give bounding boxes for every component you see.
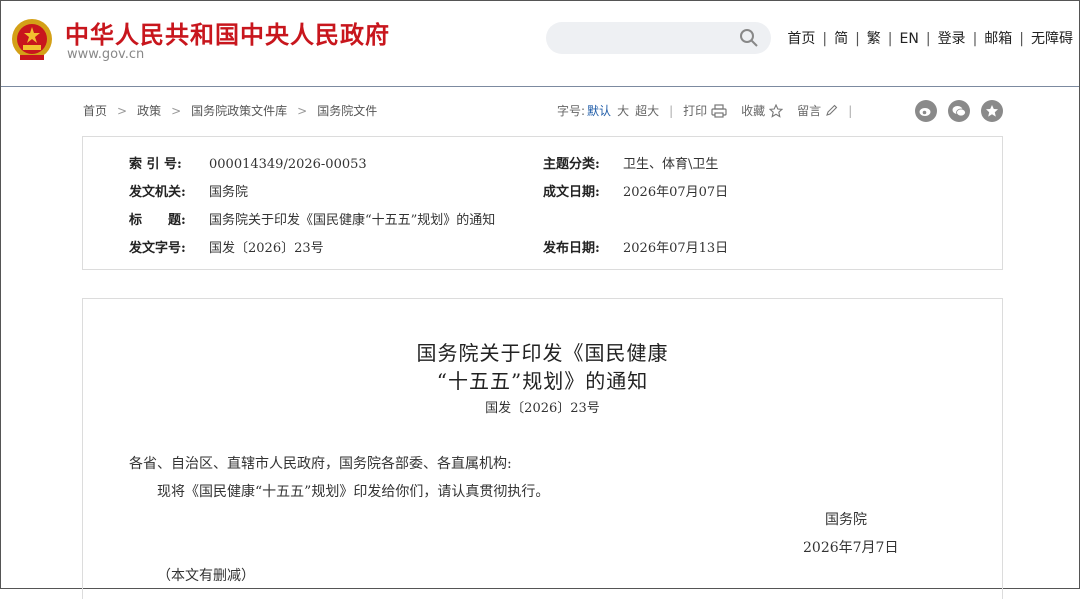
comment-label: 留言 [797,104,822,118]
font-size-large[interactable]: 大 [617,102,629,119]
favorite-share-icon[interactable] [981,100,1003,122]
star-icon [769,103,784,118]
nav-traditional[interactable]: 繁 [867,31,881,47]
document-note: （本文有删减） [157,568,255,584]
meta-index-label: 索 引 号: [129,157,182,172]
nav-simplified[interactable]: 简 [834,31,848,47]
breadcrumb-policy-library[interactable]: 国务院政策文件库 [191,104,287,118]
meta-doc-number: 发文字号: 国发〔2026〕23号 [129,237,324,256]
favorite-button[interactable]: 收藏 [741,102,784,119]
meta-title-label: 标 题: [129,213,186,228]
font-size-default[interactable]: 默认 [587,102,611,119]
national-emblem-icon [12,19,52,60]
meta-issuer-value: 国务院 [209,185,249,200]
print-button[interactable]: 打印 [683,102,727,119]
document-paragraph: 现将《国民健康“十五五”规划》印发给你们，请认真贯彻执行。 [157,484,550,500]
search-bar[interactable] [546,22,771,54]
meta-publish-date: 发布日期: 2026年07月13日 [543,237,728,256]
top-nav: 首页 | 简 | 繁 | EN | 登录 | 邮箱 | 无障碍 [787,31,1073,47]
wechat-share-icon[interactable] [948,100,970,122]
font-size-xlarge[interactable]: 超大 [635,102,659,119]
meta-issuer-label: 发文机关: [129,185,186,200]
document-signature: 国务院 [825,512,867,528]
article-toolbar: 字号: 默认 大 超大 | 打印 收藏 留言 | [557,102,853,119]
search-icon[interactable] [739,28,759,48]
meta-publish-date-label: 发布日期: [543,241,600,256]
meta-title-value: 国务院关于印发《国民健康“十五五”规划》的通知 [209,213,496,228]
breadcrumb: 首页 > 政策 > 国务院政策文件库 > 国务院文件 [83,104,378,118]
pencil-icon [826,104,838,116]
wechat-glyph-icon [952,106,966,117]
nav-mail[interactable]: 邮箱 [984,31,1012,47]
meta-category: 主题分类: 卫生、体育\卫生 [543,153,718,172]
weibo-glyph-icon [919,108,931,116]
nav-login[interactable]: 登录 [938,31,966,47]
meta-written-date-value: 2026年07月07日 [623,185,729,200]
site-header: 中华人民共和国中央人民政府 www.gov.cn 首页 | 简 | 繁 | EN | 登录 | 邮箱… [1,1,1079,87]
document-body: 国务院关于印发《国民健康 “十五五”规划》的通知 国发〔2026〕23号 各省、… [82,298,1003,599]
meta-doc-number-value: 国发〔2026〕23号 [209,241,324,256]
meta-category-label: 主题分类: [543,157,600,172]
nav-home[interactable]: 首页 [787,31,815,47]
nav-english[interactable]: EN [900,31,919,47]
breadcrumb-policy[interactable]: 政策 [137,104,161,118]
document-metadata: 索 引 号: 000014349/2026-00053 主题分类: 卫生、体育\卫生… [82,136,1003,270]
meta-title: 标 题: 国务院关于印发《国民健康“十五五”规划》的通知 [129,209,495,228]
meta-category-value: 卫生、体育\卫生 [623,157,719,172]
document-title-line-2: “十五五”规划》的通知 [436,369,649,393]
document-date: 2026年7月7日 [803,540,899,556]
site-title[interactable]: 中华人民共和国中央人民政府 [65,15,390,50]
star-glyph-icon [986,105,998,117]
favorite-label: 收藏 [741,104,766,118]
meta-index: 索 引 号: 000014349/2026-00053 [129,153,367,172]
document-number: 国发〔2026〕23号 [485,401,600,416]
meta-publish-date-value: 2026年07月13日 [623,241,729,256]
meta-issuer: 发文机关: 国务院 [129,181,248,200]
comment-button[interactable]: 留言 [797,102,838,119]
font-size-label: 字号: [557,104,586,118]
breadcrumb-home[interactable]: 首页 [83,104,107,118]
meta-written-date: 成文日期: 2026年07月07日 [543,181,728,200]
breadcrumb-state-council-docs[interactable]: 国务院文件 [317,104,377,118]
printer-icon [711,103,727,118]
nav-accessibility[interactable]: 无障碍 [1031,31,1073,47]
meta-doc-number-label: 发文字号: [129,241,186,256]
meta-index-value: 000014349/2026-00053 [209,157,367,172]
document-salutation: 各省、自治区、直辖市人民政府，国务院各部委、各直属机构: [129,456,512,472]
meta-written-date-label: 成文日期: [543,185,600,200]
weibo-share-icon[interactable] [915,100,937,122]
print-label: 打印 [683,104,708,118]
site-url: www.gov.cn [67,47,145,62]
document-title-line-1: 国务院关于印发《国民健康 [416,341,669,365]
